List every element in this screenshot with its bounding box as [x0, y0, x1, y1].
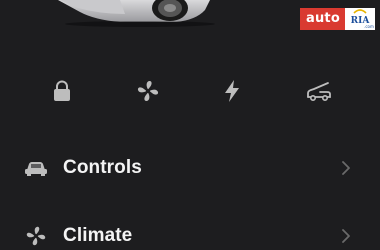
lock-button[interactable] — [45, 76, 79, 110]
watermark-ria-logo: RIA .com — [344, 8, 375, 30]
fan-icon — [136, 79, 160, 108]
chevron-right-icon — [340, 228, 352, 244]
lightning-icon — [223, 79, 241, 108]
autoria-watermark: auto RIA .com — [300, 8, 375, 30]
chevron-right-icon — [340, 160, 352, 176]
trunk-button[interactable] — [302, 76, 336, 110]
menu-item-controls[interactable]: Controls — [0, 144, 380, 192]
menu-item-label: Climate — [63, 225, 133, 246]
car-trunk-icon — [306, 80, 332, 107]
car-icon — [24, 156, 48, 180]
menu-item-label: Controls — [63, 157, 142, 178]
watermark-auto-text: auto — [300, 8, 345, 30]
fan-icon — [24, 224, 48, 248]
lock-icon — [52, 80, 72, 107]
climate-quick-button[interactable] — [131, 76, 165, 110]
svg-text:.com: .com — [364, 24, 374, 29]
app-screen: auto RIA .com Controls Climate — [0, 0, 380, 250]
menu-item-climate[interactable]: Climate — [0, 212, 380, 250]
charging-button[interactable] — [215, 76, 249, 110]
quick-actions-bar — [0, 76, 380, 110]
